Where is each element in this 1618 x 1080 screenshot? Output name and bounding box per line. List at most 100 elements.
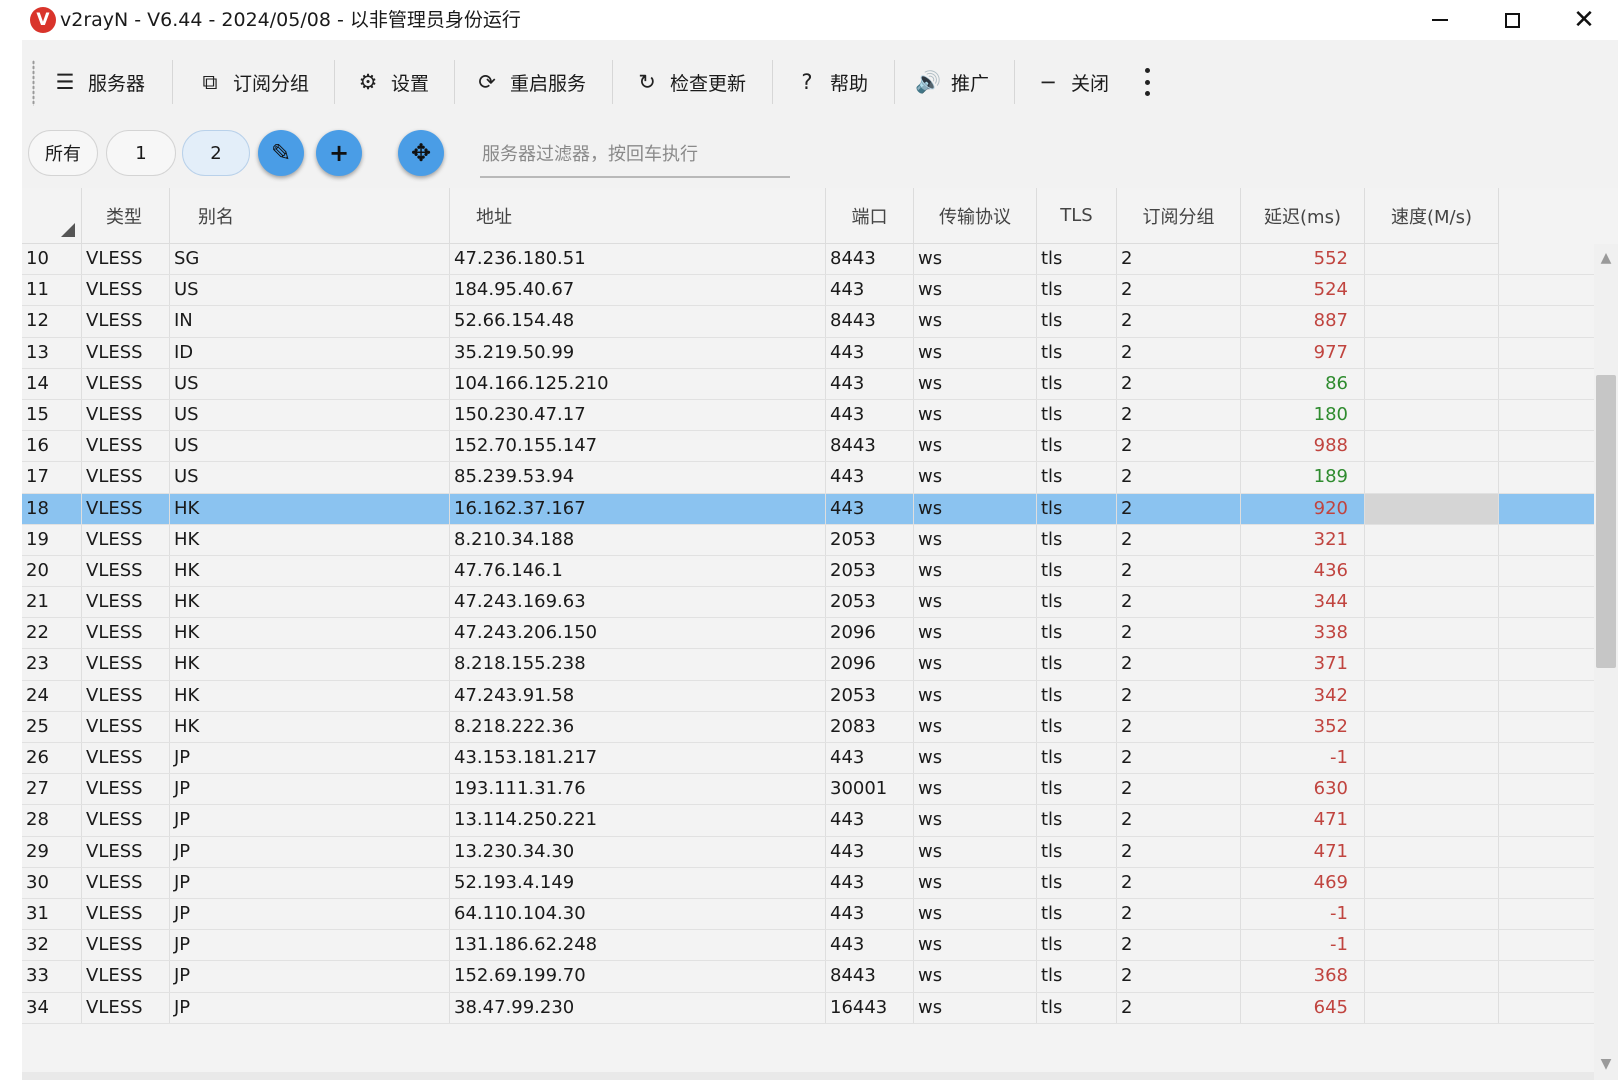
table-row[interactable]: 10 VLESS SG 47.236.180.51 8443 ws tls 2 552 xyxy=(22,244,1594,276)
cell-speed xyxy=(1365,524,1499,555)
cell-tls: tls xyxy=(1037,368,1117,399)
toolbar-button-7[interactable]: − 关闭 xyxy=(1035,60,1109,104)
column-header-port[interactable]: 端口 xyxy=(826,188,914,244)
column-header-label: 端口 xyxy=(851,206,888,228)
table-row[interactable]: 16 VLESS US 152.70.155.147 8443 ws tls 2 988 xyxy=(22,431,1594,463)
cell-tls: tls xyxy=(1037,399,1117,431)
move-button[interactable]: ✥ xyxy=(398,130,444,176)
scrollbar-thumb[interactable] xyxy=(1596,375,1616,668)
cell-transport: ws xyxy=(914,524,1037,555)
table-row[interactable]: 27 VLESS JP 193.111.31.76 30001 ws tls 2 630 xyxy=(22,774,1594,806)
table-row[interactable]: 33 VLESS JP 152.69.199.70 8443 ws tls 2 368 xyxy=(22,961,1594,993)
cell-speed xyxy=(1365,867,1499,898)
toolbar-button-0[interactable]: ☰ 服务器 xyxy=(52,60,145,104)
cell-port: 2096 xyxy=(826,618,914,649)
select-all-icon[interactable] xyxy=(61,223,75,237)
cell-type: VLESS xyxy=(82,930,170,961)
cell-row-index: 20 xyxy=(22,555,82,587)
cell-subscription-group: 2 xyxy=(1117,275,1241,306)
cell-delay: 988 xyxy=(1241,431,1365,462)
table-row[interactable]: 21 VLESS HK 47.243.169.63 2053 ws tls 2 344 xyxy=(22,587,1594,619)
close-window-button[interactable]: ✕ xyxy=(1556,0,1612,40)
table-row[interactable]: 15 VLESS US 150.230.47.17 443 ws tls 2 180 xyxy=(22,399,1594,432)
table-row[interactable]: 19 VLESS HK 8.210.34.188 2053 ws tls 2 321 xyxy=(22,524,1594,556)
scroll-up-icon[interactable]: ▲ xyxy=(1598,250,1614,266)
cell-port: 8443 xyxy=(826,431,914,462)
table-row[interactable]: 23 VLESS HK 8.218.155.238 2096 ws tls 2 371 xyxy=(22,649,1594,681)
cell-port: 16443 xyxy=(826,992,914,1023)
scroll-down-icon[interactable]: ▼ xyxy=(1598,1056,1614,1072)
column-header-delay[interactable]: 延迟(ms) xyxy=(1241,188,1365,244)
cell-type: VLESS xyxy=(82,649,170,680)
subscription-chip-0[interactable]: 所有 xyxy=(28,130,98,176)
table-row[interactable]: 12 VLESS IN 52.66.154.48 8443 ws tls 2 887 xyxy=(22,306,1594,338)
table-row[interactable]: 13 VLESS ID 35.219.50.99 443 ws tls 2 977 xyxy=(22,337,1594,369)
cell-port: 443 xyxy=(826,930,914,961)
column-header-row-index[interactable] xyxy=(22,188,82,244)
cell-address: 47.243.91.58 xyxy=(450,680,826,711)
toolbar-separator xyxy=(894,60,895,104)
title-bar: V v2rayN - V6.44 - 2024/05/08 - 以非管理员身份运… xyxy=(0,0,1618,40)
cell-row-index: 18 xyxy=(22,493,82,524)
table-row[interactable]: 34 VLESS JP 38.47.99.230 16443 ws tls 2 645 xyxy=(22,992,1594,1024)
edit-subscription-button[interactable]: ✎ xyxy=(258,130,304,176)
cell-speed xyxy=(1365,618,1499,649)
cell-alias: JP xyxy=(170,898,450,930)
table-row[interactable]: 28 VLESS JP 13.114.250.221 443 ws tls 2 471 xyxy=(22,805,1594,837)
column-header-subscription-group[interactable]: 订阅分组 xyxy=(1117,188,1241,244)
maximize-icon xyxy=(1504,12,1520,28)
table-row[interactable]: 14 VLESS US 104.166.125.210 443 ws tls 2 86 xyxy=(22,368,1594,400)
cell-row-index: 25 xyxy=(22,711,82,742)
cell-delay: 368 xyxy=(1241,961,1365,992)
cell-subscription-group: 2 xyxy=(1117,555,1241,587)
cell-port: 443 xyxy=(826,493,914,524)
column-header-transport[interactable]: 传输协议 xyxy=(914,188,1037,244)
table-row[interactable]: 30 VLESS JP 52.193.4.149 443 ws tls 2 469 xyxy=(22,867,1594,899)
cell-row-index: 33 xyxy=(22,961,82,992)
toolbar-grip[interactable] xyxy=(32,60,35,106)
subscription-chip-2[interactable]: 2 xyxy=(182,130,250,176)
cell-row-index: 23 xyxy=(22,649,82,680)
table-row[interactable]: 26 VLESS JP 43.153.181.217 443 ws tls 2 -1 xyxy=(22,743,1594,775)
table-row[interactable]: 29 VLESS JP 13.230.34.30 443 ws tls 2 471 xyxy=(22,836,1594,868)
table-row[interactable]: 11 VLESS US 184.95.40.67 443 ws tls 2 524 xyxy=(22,275,1594,307)
cell-port: 443 xyxy=(826,867,914,898)
toolbar-button-2[interactable]: ⚙ 设置 xyxy=(355,60,429,104)
horizontal-scrollbar[interactable] xyxy=(22,1072,1594,1080)
cell-address: 8.218.155.238 xyxy=(450,649,826,680)
cell-type: VLESS xyxy=(82,306,170,337)
maximize-button[interactable] xyxy=(1484,0,1540,40)
table-row[interactable]: 24 VLESS HK 47.243.91.58 2053 ws tls 2 342 xyxy=(22,680,1594,712)
toolbar-button-6[interactable]: 🔊 推广 xyxy=(915,60,989,104)
minimize-icon xyxy=(1432,19,1448,21)
table-row[interactable]: 20 VLESS HK 47.76.146.1 2053 ws tls 2 436 xyxy=(22,555,1594,588)
table-row[interactable]: 32 VLESS JP 131.186.62.248 443 ws tls 2 -1 xyxy=(22,930,1594,962)
table-row[interactable]: 18 VLESS HK 16.162.37.167 443 ws tls 2 920 xyxy=(22,493,1594,525)
table-row[interactable]: 25 VLESS HK 8.218.222.36 2083 ws tls 2 352 xyxy=(22,711,1594,743)
table-row[interactable]: 22 VLESS HK 47.243.206.150 2096 ws tls 2 338 xyxy=(22,618,1594,650)
cell-port: 2083 xyxy=(826,711,914,742)
cell-type: VLESS xyxy=(82,805,170,836)
more-vertical-icon[interactable] xyxy=(1137,64,1157,100)
cell-subscription-group: 2 xyxy=(1117,399,1241,431)
vertical-scrollbar[interactable]: ▲ ▼ xyxy=(1594,244,1618,1080)
column-header-type[interactable]: 类型 xyxy=(82,188,170,244)
toolbar-button-4[interactable]: ↻ 检查更新 xyxy=(634,60,746,104)
cell-port: 443 xyxy=(826,898,914,930)
minimize-button[interactable] xyxy=(1412,0,1468,40)
subscription-chip-1[interactable]: 1 xyxy=(106,130,176,176)
cell-speed xyxy=(1365,898,1499,930)
column-header-speed[interactable]: 速度(M/s) xyxy=(1365,188,1499,244)
add-subscription-button[interactable]: + xyxy=(316,130,362,176)
table-row[interactable]: 31 VLESS JP 64.110.104.30 443 ws tls 2 -1 xyxy=(22,898,1594,931)
cell-speed xyxy=(1365,774,1499,805)
table-row[interactable]: 17 VLESS US 85.239.53.94 443 ws tls 2 189 xyxy=(22,462,1594,494)
toolbar-button-5[interactable]: ? 帮助 xyxy=(794,60,868,104)
cell-row-index: 21 xyxy=(22,587,82,618)
column-header-alias[interactable]: 别名 xyxy=(170,188,450,244)
column-header-address[interactable]: 地址 xyxy=(450,188,826,244)
toolbar-button-1[interactable]: ⧉ 订阅分组 xyxy=(197,60,310,104)
column-header-tls[interactable]: TLS xyxy=(1037,188,1117,244)
toolbar-button-3[interactable]: ⟳ 重启服务 xyxy=(474,60,586,104)
server-filter-input[interactable] xyxy=(480,132,790,178)
